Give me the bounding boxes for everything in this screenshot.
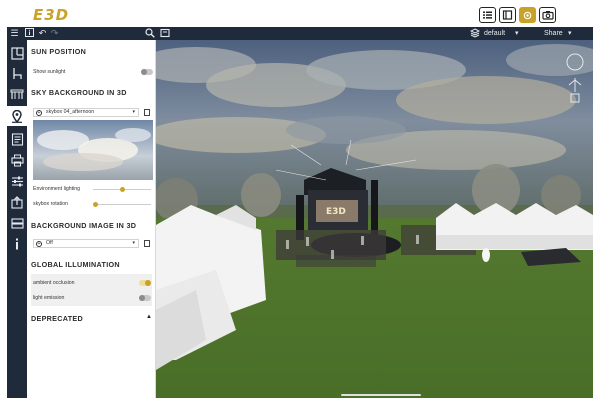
redo-icon[interactable]: ↷ [49, 28, 60, 39]
rail-info[interactable] [7, 234, 27, 254]
scene-settings-panel: SUN POSITION Show sunlight SKY BACKGROUN… [27, 40, 156, 398]
background-image-title: BACKGROUND IMAGE IN 3D [31, 221, 137, 230]
layers-icon[interactable] [469, 28, 480, 39]
undo-icon[interactable]: ↶ [37, 28, 48, 39]
layout-view-button[interactable] [499, 7, 516, 23]
slider-thumb[interactable] [93, 202, 98, 207]
chevron-down-icon[interactable]: ▾ [515, 28, 519, 39]
fullscreen-icon[interactable] [159, 28, 170, 39]
map-pin-icon [12, 109, 22, 123]
rail-structures[interactable] [7, 83, 27, 103]
layout-icon [502, 10, 513, 20]
illumination-options [31, 274, 152, 306]
light-emission-label: light emission [33, 295, 65, 301]
settings-gold-icon [523, 11, 532, 19]
sliders-icon [11, 176, 23, 186]
chevron-up-icon[interactable]: ▲ [146, 314, 152, 320]
stage-logo: E3D [326, 207, 346, 217]
global-illumination-title: GLOBAL ILLUMINATION [31, 260, 120, 269]
chevron-down-icon: ▾ [132, 240, 135, 246]
camera-icon [541, 11, 554, 20]
skybox-preview-image [33, 120, 153, 180]
skybox-rotation-slider[interactable] [93, 202, 151, 207]
ambient-occlusion-label: ambient occlusion [33, 280, 75, 286]
3d-viewport[interactable]: E3D [156, 40, 593, 398]
screenshot-button[interactable] [539, 7, 556, 23]
rail-print[interactable] [7, 150, 27, 170]
floorplan-icon [10, 46, 24, 60]
deprecated-title[interactable]: DEPRECATED [31, 314, 83, 323]
background-image-select[interactable]: + Off ▾ [33, 239, 139, 248]
scene-render: E3D [156, 40, 593, 398]
rail-report[interactable] [7, 129, 27, 149]
zoom-icon[interactable] [144, 28, 155, 39]
truss-icon [10, 89, 24, 99]
e3d-logo: E3D [33, 6, 70, 24]
rail-adjustments[interactable] [7, 171, 27, 191]
toggle-knob [139, 295, 145, 301]
print-icon [10, 154, 24, 166]
upload-icon [11, 195, 23, 209]
add-icon: + [36, 109, 42, 116]
skybox-select[interactable]: + skybox 04_afternoon ▾ [33, 108, 139, 117]
sky-background-title: SKY BACKGROUND IN 3D [31, 88, 127, 97]
toolbar: ☰ ↶ ↷ default ▾ Share ▾ [7, 27, 593, 40]
rail-location[interactable] [7, 106, 27, 126]
list-view-button[interactable] [479, 7, 496, 23]
rail-furniture[interactable] [7, 63, 27, 83]
show-sunlight-toggle[interactable] [141, 69, 153, 75]
share-button[interactable]: Share [544, 28, 563, 39]
home-indicator [341, 394, 421, 396]
light-emission-toggle[interactable] [139, 295, 151, 301]
layer-dropdown[interactable]: default [484, 28, 505, 39]
menu-icon[interactable]: ☰ [9, 28, 20, 39]
slider-thumb[interactable] [119, 187, 125, 192]
toggle-knob [145, 280, 151, 286]
chair-icon [12, 67, 22, 79]
rail-storage[interactable] [7, 213, 27, 233]
environment-lighting-label: Environment lighting [33, 186, 81, 192]
report-icon [11, 132, 23, 146]
rail-floorplan[interactable] [7, 43, 27, 63]
info-icon[interactable] [24, 28, 35, 39]
environment-lighting-slider[interactable] [93, 187, 151, 192]
add-icon: + [36, 240, 42, 247]
top-bar: E3D [0, 0, 600, 27]
scene-settings-button[interactable] [519, 7, 536, 23]
trash-icon[interactable] [144, 240, 150, 247]
sun-position-title: SUN POSITION [31, 47, 87, 56]
left-rail [7, 40, 27, 398]
app-window: E3D ☰ ↶ ↷ default ▾ Share ▾ SUN POSITION… [0, 0, 600, 405]
info-i-icon [16, 238, 18, 250]
ambient-occlusion-toggle[interactable] [139, 280, 151, 286]
share-chevron-down-icon[interactable]: ▾ [568, 28, 572, 39]
rail-export[interactable] [7, 192, 27, 212]
trash-icon[interactable] [144, 109, 150, 116]
toggle-knob [141, 69, 147, 75]
chevron-down-icon: ▾ [132, 109, 135, 115]
drive-icon [10, 217, 24, 229]
show-sunlight-label: Show sunlight [33, 69, 66, 75]
list-icon [483, 11, 492, 19]
skybox-rotation-label: skybox rotation [33, 201, 68, 207]
